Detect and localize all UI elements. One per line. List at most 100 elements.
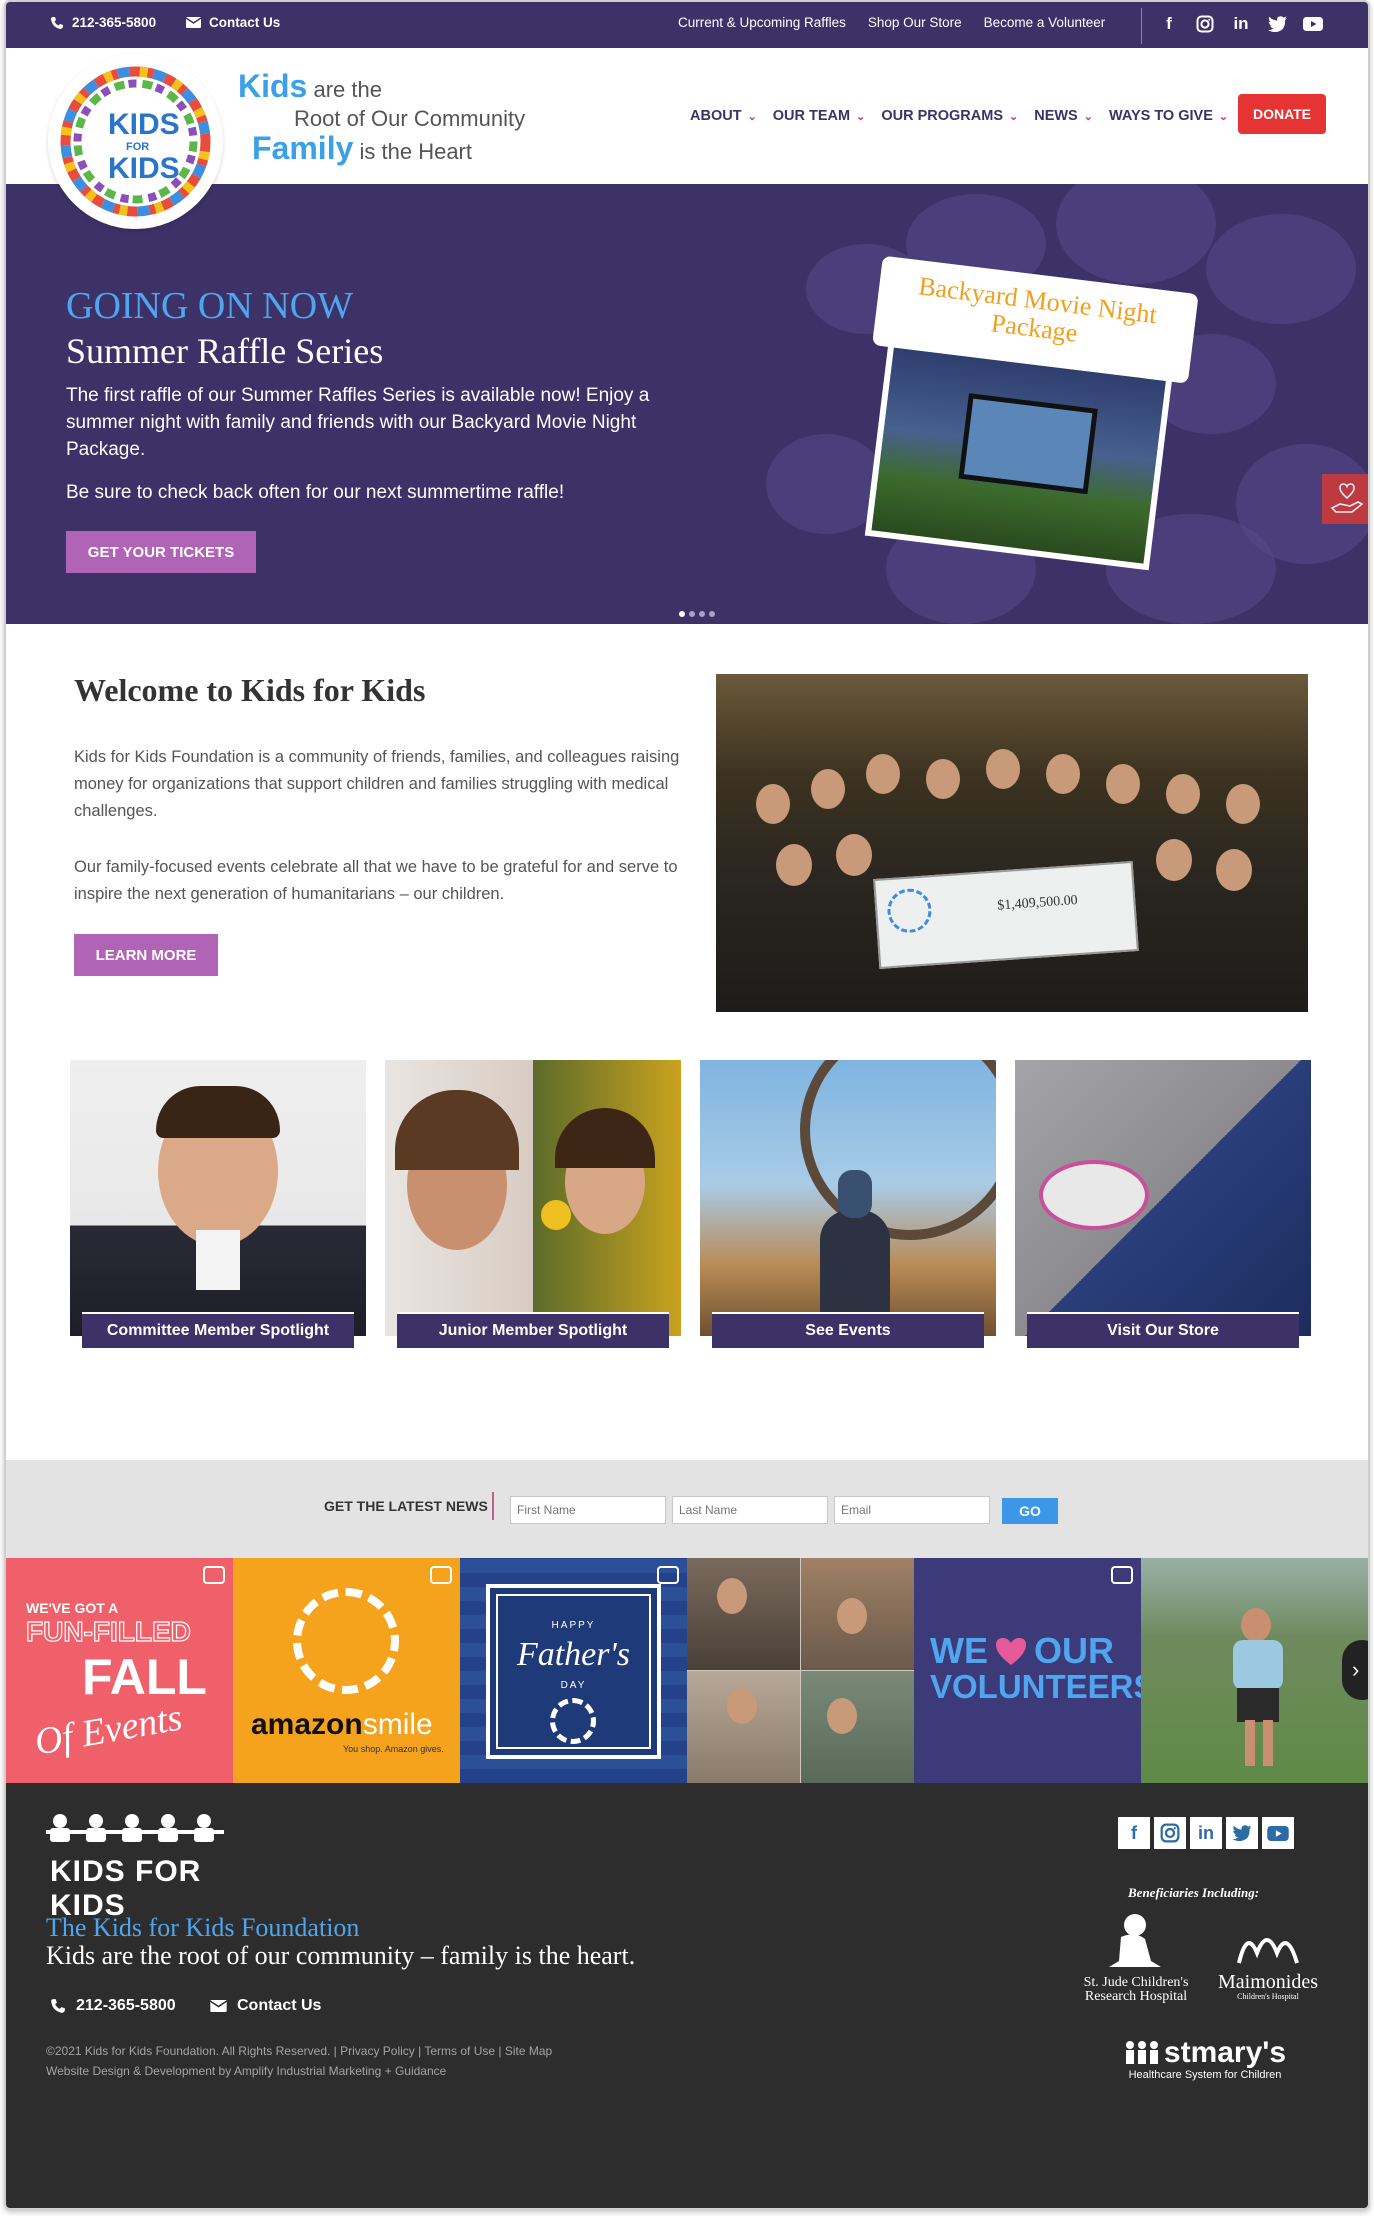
post-text: FUN-FILLED bbox=[25, 1615, 191, 1647]
junior-member-photo bbox=[385, 1060, 681, 1336]
maimonides-logo[interactable]: Maimonides Children's Hospital bbox=[1206, 1923, 1330, 2001]
tagline-heart: is the Heart bbox=[359, 139, 473, 164]
donate-heart-tab[interactable] bbox=[1322, 474, 1368, 524]
post-text: DAY bbox=[560, 1680, 587, 1691]
st-jude-name: St. Jude Children's bbox=[1083, 1975, 1189, 1990]
twitter-icon[interactable] bbox=[1266, 13, 1288, 35]
st-marys-sub: Healthcare System for Children bbox=[1128, 2069, 1282, 2081]
footer-contact-label: Contact Us bbox=[237, 1997, 322, 2014]
footer-legal: ©2021 Kids for Kids Foundation. All Righ… bbox=[46, 2041, 552, 2081]
nav-news-label: NEWS bbox=[1034, 108, 1078, 124]
instagram-post-volunteers[interactable]: WE OUR VOLUNTEERS bbox=[914, 1558, 1141, 1783]
kids-for-kids-logo-icon: KIDS FOR KIDS bbox=[60, 66, 211, 217]
camera-icon bbox=[430, 1566, 452, 1584]
post-text: VOLUNTEERS bbox=[930, 1668, 1141, 1705]
linkedin-icon[interactable]: in bbox=[1190, 1817, 1222, 1849]
footer-phone-link[interactable]: 212-365-5800 bbox=[50, 1997, 176, 2015]
raffle-ticket-image: Backyard Movie Night Package bbox=[851, 255, 1199, 571]
nav-our-team[interactable]: OUR TEAM ⌄ bbox=[773, 108, 866, 124]
tile-caption: Junior Member Spotlight bbox=[397, 1312, 669, 1348]
raffles-link[interactable]: Current & Upcoming Raffles bbox=[678, 15, 846, 30]
instagram-icon[interactable] bbox=[1194, 13, 1216, 35]
maimonides-mark-icon bbox=[1237, 1938, 1299, 1964]
email-input[interactable] bbox=[834, 1496, 990, 1524]
st-marys-logo[interactable]: stmary's Healthcare System for Children bbox=[1110, 2037, 1300, 2081]
nav-about-label: ABOUT bbox=[690, 108, 742, 124]
youtube-icon[interactable] bbox=[1262, 1817, 1294, 1849]
nav-ways-to-give[interactable]: WAYS TO GIVE ⌄ bbox=[1109, 108, 1228, 124]
instagram-post-fathers-day[interactable]: HAPPY Father's DAY bbox=[460, 1558, 687, 1783]
nav-about[interactable]: ABOUT ⌄ bbox=[690, 108, 757, 124]
tile-visit-store[interactable]: Visit Our Store bbox=[1015, 1060, 1311, 1348]
post-text: OUR bbox=[1034, 1630, 1114, 1671]
instagram-icon[interactable] bbox=[1154, 1817, 1186, 1849]
post-text: Father's bbox=[516, 1636, 631, 1673]
beneficiaries-label: Beneficiaries Including: bbox=[1128, 1885, 1260, 1900]
events-photo bbox=[700, 1060, 996, 1336]
committee-member-photo bbox=[70, 1060, 366, 1336]
chevron-down-icon: ⌄ bbox=[1009, 110, 1019, 123]
tagline-family: Family bbox=[252, 130, 354, 166]
top-links: Current & Upcoming Raffles Shop Our Stor… bbox=[678, 15, 1105, 30]
footer: KIDS FOR KIDS The Kids for Kids Foundati… bbox=[6, 1783, 1368, 2208]
footer-logo[interactable]: KIDS FOR KIDS bbox=[46, 1813, 224, 1922]
donate-button[interactable]: DONATE bbox=[1238, 94, 1326, 134]
top-social: f in bbox=[1158, 13, 1324, 35]
store-product-photo bbox=[1015, 1060, 1311, 1336]
tagline-kids: Kids bbox=[238, 68, 308, 104]
instagram-post-family-collage[interactable] bbox=[687, 1558, 914, 1783]
store-link[interactable]: Shop Our Store bbox=[868, 15, 962, 30]
instagram-post-fall[interactable]: WE'VE GOT A FUN-FILLED FALL Of Events bbox=[6, 1558, 233, 1783]
get-tickets-button[interactable]: GET YOUR TICKETS bbox=[66, 531, 256, 573]
maimonides-sub: Children's Hospital bbox=[1237, 1992, 1299, 2001]
phone-icon bbox=[51, 1999, 65, 2013]
chevron-down-icon: ⌄ bbox=[856, 110, 866, 123]
contact-link[interactable]: Contact Us bbox=[186, 15, 280, 30]
post-text: HAPPY bbox=[551, 1620, 596, 1631]
nav-news[interactable]: NEWS ⌄ bbox=[1034, 108, 1093, 124]
copyright-text: ©2021 Kids for Kids Foundation. All Righ… bbox=[46, 2044, 553, 2058]
instagram-post-amazon[interactable]: amazonsmile You shop. Amazon gives. bbox=[233, 1558, 460, 1783]
tagline-are-the: are the bbox=[313, 77, 382, 102]
slide-dot[interactable] bbox=[699, 611, 705, 617]
tile-committee-spotlight[interactable]: Committee Member Spotlight bbox=[70, 1060, 366, 1348]
facebook-icon[interactable]: f bbox=[1118, 1817, 1150, 1849]
newsletter-bar: GET THE LATEST NEWS GO bbox=[6, 1460, 1368, 1558]
tile-junior-spotlight[interactable]: Junior Member Spotlight bbox=[385, 1060, 681, 1348]
site-logo[interactable]: KIDS FOR KIDS bbox=[48, 54, 223, 229]
first-name-input[interactable] bbox=[510, 1496, 666, 1524]
slide-dot[interactable] bbox=[709, 611, 715, 617]
welcome-title: Welcome to Kids for Kids bbox=[74, 672, 426, 708]
hero-title: Summer Raffle Series bbox=[66, 331, 384, 371]
footer-contact-link[interactable]: Contact Us bbox=[210, 1997, 321, 2015]
nav-our-programs[interactable]: OUR PROGRAMS ⌄ bbox=[881, 108, 1018, 124]
chevron-right-icon: › bbox=[1352, 1657, 1360, 1682]
slide-dot[interactable] bbox=[689, 611, 695, 617]
st-marys-figures-icon bbox=[1125, 2041, 1158, 2064]
facebook-icon[interactable]: f bbox=[1158, 13, 1180, 35]
phone-icon bbox=[51, 16, 63, 29]
learn-more-button[interactable]: LEARN MORE bbox=[74, 934, 218, 976]
envelope-icon bbox=[186, 17, 201, 28]
post-text: WE bbox=[930, 1630, 988, 1671]
chevron-down-icon: ⌄ bbox=[747, 110, 757, 123]
st-jude-logo[interactable]: St. Jude Children's Research Hospital bbox=[1074, 1911, 1198, 2004]
welcome-paragraph-1: Kids for Kids Foundation is a community … bbox=[74, 748, 680, 820]
twitter-icon[interactable] bbox=[1226, 1817, 1258, 1849]
newsletter-go-button[interactable]: GO bbox=[1002, 1498, 1058, 1524]
maimonides-name: Maimonides bbox=[1218, 1971, 1318, 1993]
tile-see-events[interactable]: See Events bbox=[700, 1060, 996, 1348]
credit-text: Website Design & Development by Amplify … bbox=[46, 2064, 447, 2078]
last-name-input[interactable] bbox=[672, 1496, 828, 1524]
linkedin-icon[interactable]: in bbox=[1230, 13, 1252, 35]
kids-for-kids-figures-icon bbox=[46, 1814, 224, 1842]
volunteer-link[interactable]: Become a Volunteer bbox=[984, 15, 1106, 30]
amazon-brand: amazon bbox=[251, 1708, 363, 1741]
phone-link[interactable]: 212-365-5800 bbox=[50, 15, 156, 30]
camera-icon bbox=[203, 1566, 225, 1584]
instagram-post-golf[interactable] bbox=[1141, 1558, 1368, 1783]
youtube-icon[interactable] bbox=[1302, 13, 1324, 35]
slide-dot[interactable] bbox=[679, 611, 685, 617]
tile-caption: Visit Our Store bbox=[1027, 1312, 1299, 1348]
instagram-next-arrow[interactable]: › bbox=[1342, 1640, 1368, 1700]
